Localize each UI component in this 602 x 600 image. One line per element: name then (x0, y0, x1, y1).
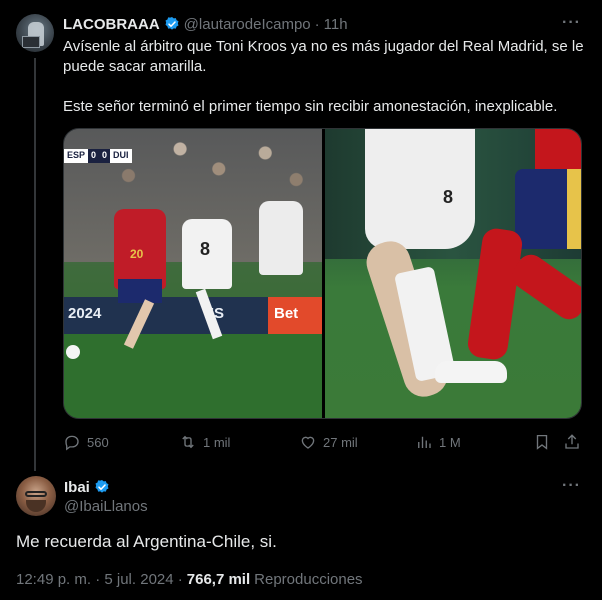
repost-button[interactable]: 1 mil (179, 433, 230, 451)
share-icon (565, 434, 579, 449)
reply-timestamp[interactable]: 12:49 p. m. · 5 jul. 2024 · (16, 571, 183, 588)
like-icon (301, 436, 315, 449)
tweet-text: Avísenle al árbitro que Toni Kroos ya no… (63, 37, 588, 117)
share-button[interactable] (563, 433, 581, 451)
reply-author-name[interactable]: Ibai (64, 479, 90, 496)
pitch (64, 334, 322, 418)
ball (66, 345, 80, 359)
scoreboard-team-1: ESP (64, 149, 89, 163)
player-red: 20 (114, 209, 166, 303)
reply-count: 560 (87, 434, 109, 450)
media-image-closeup[interactable]: 8 (325, 129, 581, 418)
views-icon (418, 436, 431, 448)
separator-dot: · (314, 15, 320, 33)
tweet-media[interactable]: ESP 0 0 DUI 2024 ES Bet 20 8 8 (63, 128, 582, 419)
scoreboard-score-1: 0 (88, 149, 100, 163)
reply-text: Me recuerda al Argentina-Chile, si. (16, 532, 277, 551)
closeup-red-shirt (535, 129, 581, 169)
tweet-time[interactable]: 11h (324, 16, 348, 33)
closeup-red-leg (506, 249, 581, 325)
tweet-text-paragraph-2: Este señor terminó el primer tiempo sin … (63, 98, 558, 115)
more-options-icon[interactable]: ··· (562, 477, 581, 495)
avatar-laptop (22, 36, 40, 48)
reply-meta: 12:49 p. m. · 5 jul. 2024 · 766,7 mil Re… (16, 571, 363, 588)
author-name[interactable]: LACOBRAAA (63, 16, 160, 33)
reply-header: Ibai (64, 477, 110, 497)
author-avatar[interactable] (16, 14, 54, 52)
player-white: 8 (182, 219, 232, 289)
scoreboard: ESP 0 0 DUI (64, 149, 132, 163)
player-red-number: 20 (130, 247, 144, 261)
reply-button[interactable]: 560 (63, 433, 109, 451)
advertising-board: 2024 ES Bet (64, 296, 322, 335)
thread-line (34, 58, 36, 471)
verified-badge-icon (165, 17, 179, 30)
bookmark-button[interactable] (533, 433, 551, 451)
player-red-shorts (118, 279, 162, 303)
reply-icon (65, 435, 79, 451)
tweet-actions: 560 1 mil 27 mil 1 M (63, 430, 588, 454)
author-handle[interactable]: @lautarodeIcampo (184, 16, 311, 33)
repost-icon (182, 435, 194, 449)
views-button[interactable]: 1 M (415, 433, 461, 451)
reply-author-avatar[interactable] (16, 476, 56, 516)
player-white-number: 8 (200, 239, 211, 259)
avatar-beard (26, 500, 46, 512)
board-red-panel: Bet (268, 296, 322, 335)
views-count: 1 M (439, 434, 461, 450)
more-options-icon[interactable]: ··· (562, 14, 581, 32)
closeup-blue-shorts (515, 169, 581, 249)
board-text-right: Bet (274, 304, 299, 322)
player-white-background (259, 201, 303, 275)
reply-views-count: 766,7 mil (186, 571, 251, 588)
verified-badge-icon (95, 480, 109, 493)
board-text-left: 2024 (68, 304, 102, 322)
like-button[interactable]: 27 mil (299, 433, 358, 451)
avatar-glasses (25, 491, 47, 497)
reply-views-label: Reproducciones (254, 571, 363, 588)
closeup-number: 8 (443, 187, 454, 207)
closeup-white-shorts: 8 (365, 129, 475, 249)
shorts-stripe (567, 169, 581, 249)
reply-author-handle[interactable]: @IbaiLlanos (64, 498, 148, 515)
scoreboard-team-2: DUI (110, 149, 132, 163)
like-count: 27 mil (323, 434, 358, 450)
repost-count: 1 mil (203, 434, 231, 450)
media-image-wide-shot[interactable]: ESP 0 0 DUI 2024 ES Bet 20 8 (64, 129, 322, 418)
tweet-text-paragraph-1: Avísenle al árbitro que Toni Kroos ya no… (63, 38, 584, 75)
bookmark-icon (536, 434, 548, 450)
scoreboard-score-2: 0 (99, 149, 111, 163)
closeup-boot (435, 361, 507, 383)
tweet-header: LACOBRAAA @lautarodeIcampo · 11h (63, 14, 348, 34)
